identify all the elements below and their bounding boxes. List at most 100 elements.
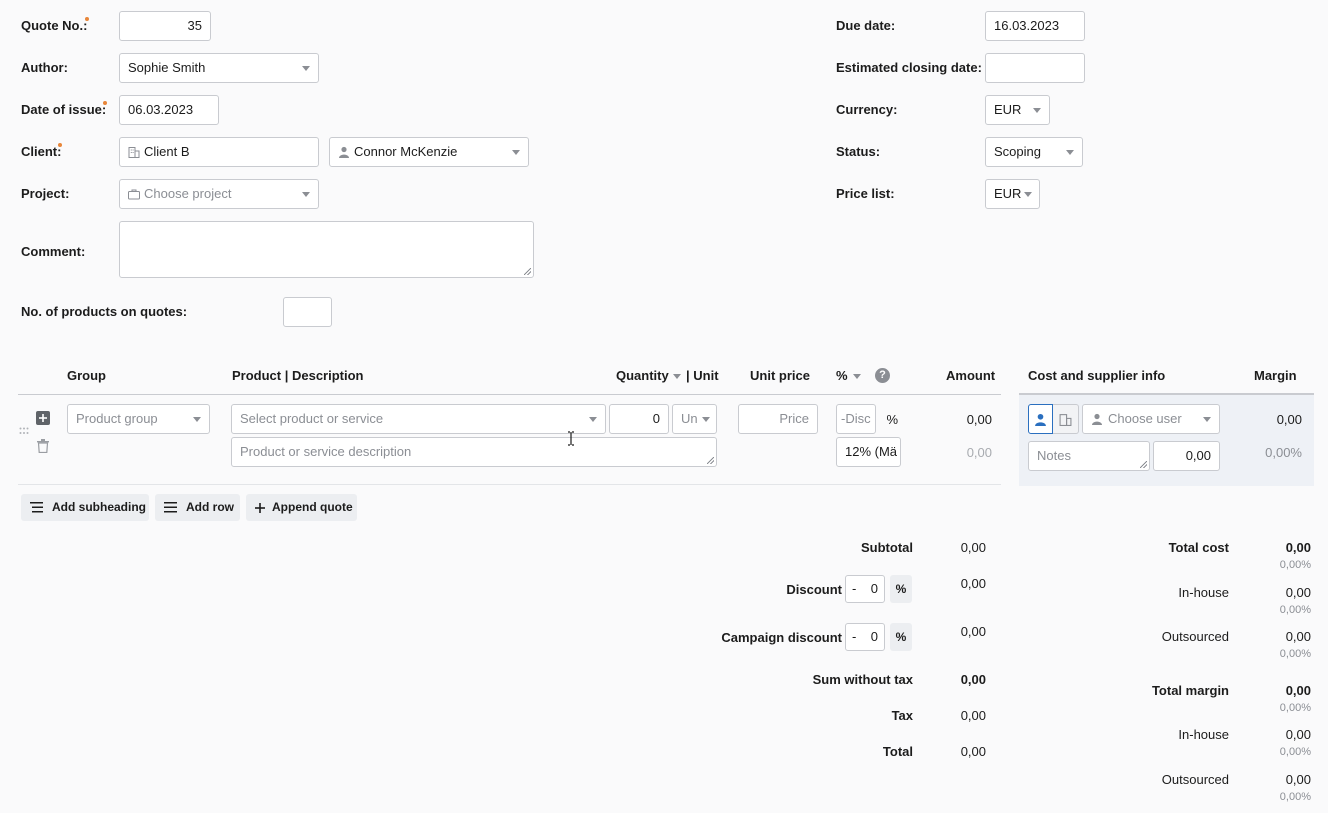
- product-group-placeholder: Product group: [76, 411, 158, 426]
- author-select[interactable]: Sophie Smith: [119, 53, 319, 83]
- currency-select[interactable]: EUR: [985, 95, 1050, 125]
- chevron-down-icon: [302, 66, 310, 71]
- discount-percent-button[interactable]: %: [890, 575, 912, 603]
- column-header-group: Group: [67, 368, 106, 383]
- sum-without-tax-label: Sum without tax: [812, 672, 913, 687]
- outsourced-toggle[interactable]: [1053, 404, 1079, 434]
- chevron-down-icon: [302, 192, 310, 197]
- product-placeholder: Select product or service: [240, 411, 384, 426]
- notes-textarea[interactable]: Notes: [1028, 441, 1150, 471]
- product-select[interactable]: Select product or service: [231, 404, 606, 434]
- required-marker: [85, 17, 89, 21]
- status-value: Scoping: [994, 144, 1041, 159]
- resize-handle-icon[interactable]: [707, 457, 714, 464]
- cost-inhouse-value: 0,00: [1285, 585, 1311, 600]
- header-divider: [18, 394, 1001, 395]
- building-icon: [128, 147, 140, 158]
- total-cost-value: 0,00: [1285, 540, 1311, 555]
- rows-icon: [164, 502, 177, 513]
- project-placeholder: Choose project: [144, 186, 232, 201]
- row-amount-secondary: 0,00: [966, 445, 992, 460]
- discount-label: Discount: [786, 582, 842, 597]
- drag-handle-icon[interactable]: [19, 427, 29, 435]
- column-header-margin: Margin: [1254, 368, 1297, 383]
- column-header-amount: Amount: [946, 368, 996, 383]
- required-marker: [58, 143, 62, 147]
- choose-user-placeholder: Choose user: [1108, 411, 1182, 426]
- trash-icon[interactable]: [37, 439, 49, 453]
- comment-textarea[interactable]: [119, 221, 534, 278]
- total-margin-percent: 0,00%: [1279, 702, 1311, 714]
- margin-inhouse-value: 0,00: [1285, 727, 1311, 742]
- subheading-icon: [30, 502, 43, 513]
- in-house-toggle[interactable]: [1028, 404, 1053, 434]
- margin-outsourced-label: Outsourced: [1161, 772, 1229, 787]
- notes-placeholder: Notes: [1037, 448, 1071, 463]
- unit-select[interactable]: Un: [672, 404, 717, 434]
- required-marker: [103, 101, 107, 105]
- column-header-product: Product | Description: [232, 368, 364, 383]
- help-icon[interactable]: ?: [875, 368, 890, 383]
- column-header-percent: %: [836, 368, 848, 383]
- add-row-button[interactable]: Add row: [155, 494, 240, 521]
- resize-handle-icon[interactable]: [524, 268, 531, 275]
- quantity-input[interactable]: 0: [609, 404, 669, 434]
- campaign-discount-value: 0,00: [960, 624, 986, 639]
- author-label: Author:: [21, 60, 68, 75]
- append-quote-button[interactable]: Append quote: [246, 494, 357, 521]
- unit-price-input[interactable]: Price: [738, 404, 818, 434]
- price-list-label: Price list:: [836, 186, 895, 201]
- add-subheading-button[interactable]: Add subheading: [21, 494, 149, 521]
- campaign-discount-sign: -: [852, 629, 857, 644]
- cost-outsourced-value: 0,00: [1285, 629, 1311, 644]
- add-subheading-label: Add subheading: [52, 500, 146, 514]
- price-list-select[interactable]: EUR: [985, 179, 1040, 209]
- due-date-input[interactable]: 16.03.2023: [985, 11, 1085, 41]
- building-icon: [1059, 414, 1072, 426]
- author-value: Sophie Smith: [128, 60, 206, 75]
- add-row-plus-icon[interactable]: [36, 411, 50, 425]
- quote-no-label: Quote No.:: [21, 18, 88, 33]
- cost-input[interactable]: 0,00: [1153, 441, 1220, 471]
- person-icon: [1092, 413, 1102, 425]
- campaign-discount-input[interactable]: - 0: [845, 623, 885, 651]
- description-textarea[interactable]: Product or service description: [231, 437, 717, 467]
- row-divider: [18, 484, 1001, 485]
- subtotal-label: Subtotal: [861, 540, 913, 555]
- chevron-down-icon: [1203, 417, 1211, 422]
- discount-input[interactable]: -Disc: [836, 404, 876, 434]
- status-select[interactable]: Scoping: [985, 137, 1083, 167]
- quantity-dropdown-icon[interactable]: [673, 374, 681, 379]
- client-select[interactable]: Client B: [119, 137, 319, 167]
- products-count-input[interactable]: [283, 297, 332, 327]
- status-label: Status:: [836, 144, 881, 159]
- chevron-down-icon: [589, 417, 597, 422]
- sum-without-tax-value: 0,00: [960, 672, 986, 687]
- column-header-quantity: Quantity: [616, 368, 669, 383]
- cost-inhouse-percent: 0,00%: [1279, 604, 1311, 616]
- date-of-issue-input[interactable]: 06.03.2023: [119, 95, 219, 125]
- tax-value: 0,00: [960, 708, 986, 723]
- percent-dropdown-icon[interactable]: [853, 374, 861, 379]
- discount-summary-input[interactable]: - 0: [845, 575, 885, 603]
- contact-select[interactable]: Connor McKenzie: [329, 137, 529, 167]
- tax-select[interactable]: 12% (Mä: [836, 437, 901, 467]
- briefcase-icon: [128, 189, 140, 200]
- due-date-label: Due date:: [836, 18, 896, 33]
- choose-user-select[interactable]: Choose user: [1082, 404, 1220, 434]
- project-select[interactable]: Choose project: [119, 179, 319, 209]
- margin-outsourced-percent: 0,00%: [1279, 791, 1311, 803]
- campaign-discount-percent-button[interactable]: %: [890, 623, 912, 651]
- products-count-label: No. of products on quotes:: [21, 304, 188, 319]
- quote-no-input[interactable]: 35: [119, 11, 211, 41]
- chevron-down-icon: [1033, 108, 1041, 113]
- comment-label: Comment:: [21, 244, 86, 259]
- resize-handle-icon[interactable]: [1140, 461, 1147, 468]
- est-closing-input[interactable]: [985, 53, 1085, 83]
- person-icon: [1035, 413, 1046, 426]
- subtotal-value: 0,00: [960, 540, 986, 555]
- row-margin: 0,00: [1276, 412, 1302, 427]
- discount-summary-value: 0: [870, 581, 878, 596]
- total-cost-label: Total cost: [1168, 540, 1229, 555]
- product-group-select[interactable]: Product group: [67, 404, 210, 434]
